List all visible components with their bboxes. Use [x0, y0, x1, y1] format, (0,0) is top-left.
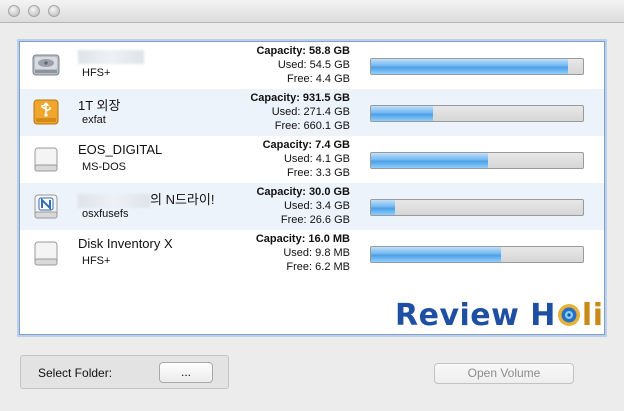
volume-name: [78, 48, 144, 64]
volume-row[interactable]: HFS+ Capacity: 58.8 GB Used: 54.5 GB Fre…: [20, 42, 604, 89]
volume-row[interactable]: Disk Inventory X HFS+ Capacity: 16.0 MB …: [20, 230, 604, 277]
usage-bar: [370, 246, 584, 263]
volume-capacity: Capacity: 58.8 GB: [256, 45, 350, 57]
usage-bar: [370, 105, 584, 122]
volume-row[interactable]: 의 N드라이! osxfusefs Capacity: 30.0 GB Used…: [20, 183, 604, 230]
usage-bar-fill: [371, 200, 395, 215]
usage-bar-fill: [371, 153, 489, 168]
close-window-button[interactable]: [8, 5, 20, 17]
volume-stats: Capacity: 58.8 GB Used: 54.5 GB Free: 4.…: [218, 44, 350, 86]
volume-stats: Capacity: 30.0 GB Used: 3.4 GB Free: 26.…: [218, 185, 350, 227]
volume-used: Used: 54.5 GB: [277, 59, 350, 71]
volume-free: Free: 3.3 GB: [287, 167, 350, 179]
volume-free: Free: 6.2 MB: [286, 261, 350, 273]
usb-drive-icon: [33, 99, 59, 125]
redacted-name-block: [78, 49, 144, 64]
usage-bar: [370, 199, 584, 216]
external-disk-icon: [34, 241, 58, 266]
volume-filesystem: osxfusefs: [82, 208, 129, 220]
volume-filesystem: HFS+: [82, 255, 111, 267]
volume-free: Free: 4.4 GB: [287, 73, 350, 85]
open-volume-button[interactable]: Open Volume: [434, 363, 574, 384]
volume-row[interactable]: EOS_DIGITAL MS-DOS Capacity: 7.4 GB Used…: [20, 136, 604, 183]
volume-capacity: Capacity: 30.0 GB: [256, 186, 350, 198]
volume-capacity: Capacity: 7.4 GB: [262, 139, 350, 151]
volume-used: Used: 9.8 MB: [283, 247, 350, 259]
volume-used: Used: 4.1 GB: [283, 153, 350, 165]
volume-stats: Capacity: 16.0 MB Used: 9.8 MB Free: 6.2…: [218, 232, 350, 274]
select-folder-label: Select Folder:: [38, 366, 113, 380]
volume-free: Free: 660.1 GB: [274, 120, 350, 132]
volume-list[interactable]: HFS+ Capacity: 58.8 GB Used: 54.5 GB Fre…: [19, 41, 605, 335]
volume-filesystem: HFS+: [82, 67, 111, 79]
minimize-window-button[interactable]: [28, 5, 40, 17]
redacted-name-block: [78, 193, 150, 208]
review-holic-watermark: Review Hlic: [395, 298, 604, 333]
volume-capacity: Capacity: 931.5 GB: [250, 92, 350, 104]
volume-stats: Capacity: 931.5 GB Used: 271.4 GB Free: …: [218, 91, 350, 133]
volume-stats: Capacity: 7.4 GB Used: 4.1 GB Free: 3.3 …: [218, 138, 350, 180]
volume-name: 1T 외장: [78, 98, 121, 113]
usage-bar-fill: [371, 106, 433, 121]
browse-folder-button[interactable]: ...: [159, 362, 213, 383]
swirl-logo-icon: [557, 304, 580, 326]
external-disk-icon: [34, 147, 58, 172]
usage-bar: [370, 58, 584, 75]
volume-row[interactable]: 1T 외장 exfat Capacity: 931.5 GB Used: 271…: [20, 89, 604, 136]
volume-free: Free: 26.6 GB: [280, 214, 350, 226]
title-bar: [0, 0, 624, 23]
volume-capacity: Capacity: 16.0 MB: [255, 233, 350, 245]
zoom-window-button[interactable]: [48, 5, 60, 17]
ndrive-icon: [34, 194, 58, 219]
volume-filesystem: MS-DOS: [82, 161, 126, 173]
usage-bar-fill: [371, 247, 501, 262]
select-folder-group: Select Folder: ...: [20, 355, 229, 389]
usage-bar: [370, 152, 584, 169]
hard-drive-icon: [32, 54, 60, 76]
volume-name: EOS_DIGITAL: [78, 142, 163, 157]
volume-used: Used: 271.4 GB: [271, 106, 350, 118]
usage-bar-fill: [371, 59, 568, 74]
volume-used: Used: 3.4 GB: [283, 200, 350, 212]
volume-filesystem: exfat: [82, 114, 106, 126]
volume-name: Disk Inventory X: [78, 236, 173, 251]
volume-name: 의 N드라이!: [78, 189, 214, 208]
